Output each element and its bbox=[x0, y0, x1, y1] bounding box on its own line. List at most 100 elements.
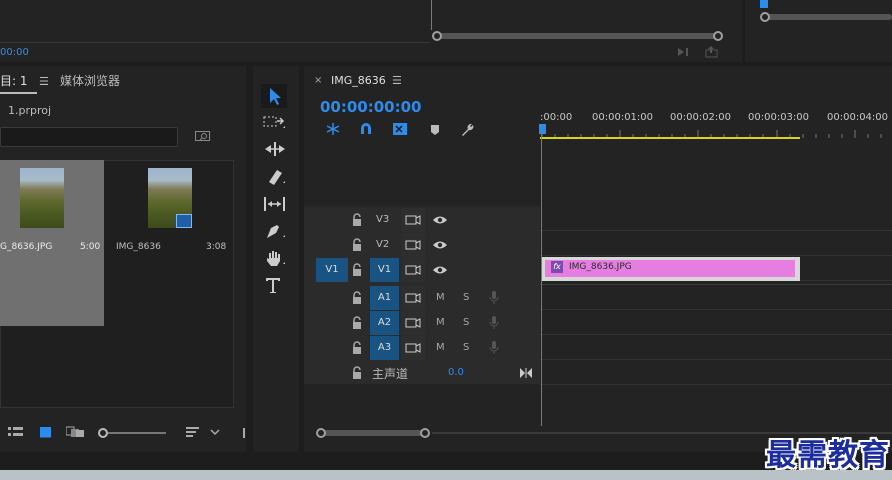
track-lanes bbox=[540, 206, 892, 385]
solo-button[interactable]: S bbox=[463, 317, 469, 328]
panel-menu-icon[interactable]: ☰ bbox=[39, 75, 49, 88]
track-target-v1[interactable]: V1 bbox=[370, 258, 399, 282]
track-name: V2 bbox=[376, 239, 390, 250]
sequence-icon bbox=[176, 214, 192, 228]
tab-project[interactable]: 目: 1 ☰ bbox=[0, 72, 49, 94]
wrench-icon[interactable] bbox=[459, 122, 475, 136]
zoom-slider-track[interactable] bbox=[108, 432, 166, 434]
zoom-handle-right[interactable] bbox=[713, 31, 723, 41]
lock-icon[interactable] bbox=[351, 341, 365, 355]
zoom-handle-left[interactable] bbox=[432, 31, 442, 41]
microphone-icon[interactable] bbox=[489, 290, 499, 306]
microphone-icon[interactable] bbox=[489, 315, 499, 331]
audio-track-a3: A3 M S bbox=[304, 336, 540, 360]
playhead-line bbox=[541, 132, 542, 426]
chevron-down-icon[interactable] bbox=[210, 428, 220, 436]
bottom-strip bbox=[0, 470, 892, 480]
project-item-name: G_8636.JPG bbox=[0, 242, 53, 252]
source-zoom-bar[interactable] bbox=[437, 33, 719, 39]
program-zoom-handle[interactable] bbox=[760, 12, 770, 22]
project-item-duration: 3:08 bbox=[206, 242, 227, 252]
sync-lock-icon[interactable] bbox=[401, 258, 425, 282]
close-icon[interactable]: × bbox=[314, 75, 322, 86]
pen-tool-icon[interactable] bbox=[263, 222, 287, 240]
project-item-duration: 5:00 bbox=[80, 242, 101, 252]
mute-button[interactable]: M bbox=[436, 292, 445, 303]
ruler-label: 00:00:03:00 bbox=[748, 112, 810, 123]
freeform-view-icon[interactable] bbox=[66, 426, 86, 438]
track-select-tool-icon[interactable] bbox=[263, 113, 287, 131]
export-icon[interactable] bbox=[705, 46, 719, 58]
monitor-divider bbox=[0, 42, 430, 43]
project-search-input[interactable] bbox=[0, 127, 178, 147]
nest-toggle-icon[interactable] bbox=[325, 122, 341, 136]
work-area-bar[interactable] bbox=[540, 137, 800, 139]
go-to-in-out-icon[interactable] bbox=[520, 368, 532, 378]
add-marker-icon[interactable] bbox=[429, 124, 441, 136]
master-track: 主声道 0.0 bbox=[304, 361, 540, 385]
source-patch-v1[interactable]: V1 bbox=[316, 258, 348, 282]
eye-icon[interactable] bbox=[432, 239, 448, 251]
project-panel: 目: 1 ☰ 媒体浏览器 1.prproj G_8636.JPG 5:00 IM… bbox=[0, 66, 246, 452]
selection-tool-icon[interactable] bbox=[261, 84, 287, 108]
source-playhead bbox=[431, 0, 432, 30]
video-track-v2: V2 bbox=[304, 233, 540, 257]
tab-media-browser[interactable]: 媒体浏览器 bbox=[60, 72, 120, 89]
mute-button[interactable]: M bbox=[436, 342, 445, 353]
sync-lock-icon[interactable] bbox=[401, 311, 425, 335]
timeline-zoom-handle-left[interactable] bbox=[316, 428, 326, 438]
razor-tool-icon[interactable] bbox=[263, 168, 287, 186]
lock-icon[interactable] bbox=[351, 213, 365, 227]
timeline-clip[interactable]: fx IMG_8636.JPG bbox=[541, 257, 800, 281]
master-label: 主声道 bbox=[372, 367, 409, 381]
lock-icon[interactable] bbox=[351, 316, 365, 330]
fx-badge[interactable]: fx bbox=[551, 261, 563, 273]
eye-icon[interactable] bbox=[432, 214, 448, 226]
panel-menu-icon[interactable]: ☰ bbox=[392, 74, 402, 87]
sync-lock-icon[interactable] bbox=[401, 286, 425, 310]
list-view-icon[interactable] bbox=[8, 426, 24, 438]
tab-underline bbox=[0, 92, 37, 94]
icon-view-icon[interactable] bbox=[40, 426, 52, 438]
video-track-v3: V3 bbox=[304, 208, 540, 232]
linked-selection-icon[interactable] bbox=[392, 122, 408, 136]
lock-icon[interactable] bbox=[351, 291, 365, 305]
type-tool-icon[interactable] bbox=[263, 276, 287, 294]
source-timecode: 00:00 bbox=[0, 47, 29, 58]
ruler-label: 00:00:01:00 bbox=[592, 112, 654, 123]
track-target-a1[interactable]: A1 bbox=[370, 286, 399, 310]
project-item-sequence[interactable]: IMG_8636 3:08 bbox=[108, 160, 232, 326]
solo-button[interactable]: S bbox=[463, 342, 469, 353]
ripple-edit-tool-icon[interactable] bbox=[263, 140, 287, 158]
lock-icon[interactable] bbox=[351, 238, 365, 252]
audio-track-a2: A2 M S bbox=[304, 311, 540, 335]
timeline-zoom-handle-right[interactable] bbox=[420, 428, 430, 438]
track-target-a3[interactable]: A3 bbox=[370, 336, 399, 360]
mute-button[interactable]: M bbox=[436, 317, 445, 328]
project-item-photo[interactable]: G_8636.JPG 5:00 bbox=[0, 160, 104, 326]
hand-tool-icon[interactable] bbox=[263, 249, 287, 267]
sync-lock-icon[interactable] bbox=[401, 336, 425, 360]
master-volume-value[interactable]: 0.0 bbox=[448, 367, 464, 378]
sequence-tab-title[interactable]: IMG_8636 bbox=[331, 74, 386, 87]
project-item-name: IMG_8636 bbox=[116, 242, 161, 252]
program-zoom-bar[interactable] bbox=[765, 14, 892, 20]
zoom-slider-handle[interactable] bbox=[98, 428, 108, 438]
eye-icon[interactable] bbox=[432, 264, 448, 276]
microphone-icon[interactable] bbox=[489, 340, 499, 356]
sort-icon[interactable] bbox=[186, 426, 200, 438]
sync-lock-icon[interactable] bbox=[401, 208, 425, 232]
sync-lock-icon[interactable] bbox=[401, 233, 425, 257]
lock-icon[interactable] bbox=[351, 366, 365, 380]
source-monitor-panel: 00:00 bbox=[0, 0, 742, 62]
timeline-zoom-bar[interactable] bbox=[320, 430, 428, 436]
lock-icon[interactable] bbox=[351, 263, 365, 277]
slip-tool-icon[interactable] bbox=[263, 195, 287, 213]
track-target-a2[interactable]: A2 bbox=[370, 311, 399, 335]
find-icon[interactable] bbox=[195, 130, 211, 142]
sequence-timecode[interactable]: 00:00:00:00 bbox=[320, 98, 422, 116]
audio-track-a1: A1 M S bbox=[304, 286, 540, 310]
export-frame-icon[interactable] bbox=[677, 46, 691, 58]
snap-icon[interactable] bbox=[359, 122, 373, 136]
solo-button[interactable]: S bbox=[463, 292, 469, 303]
